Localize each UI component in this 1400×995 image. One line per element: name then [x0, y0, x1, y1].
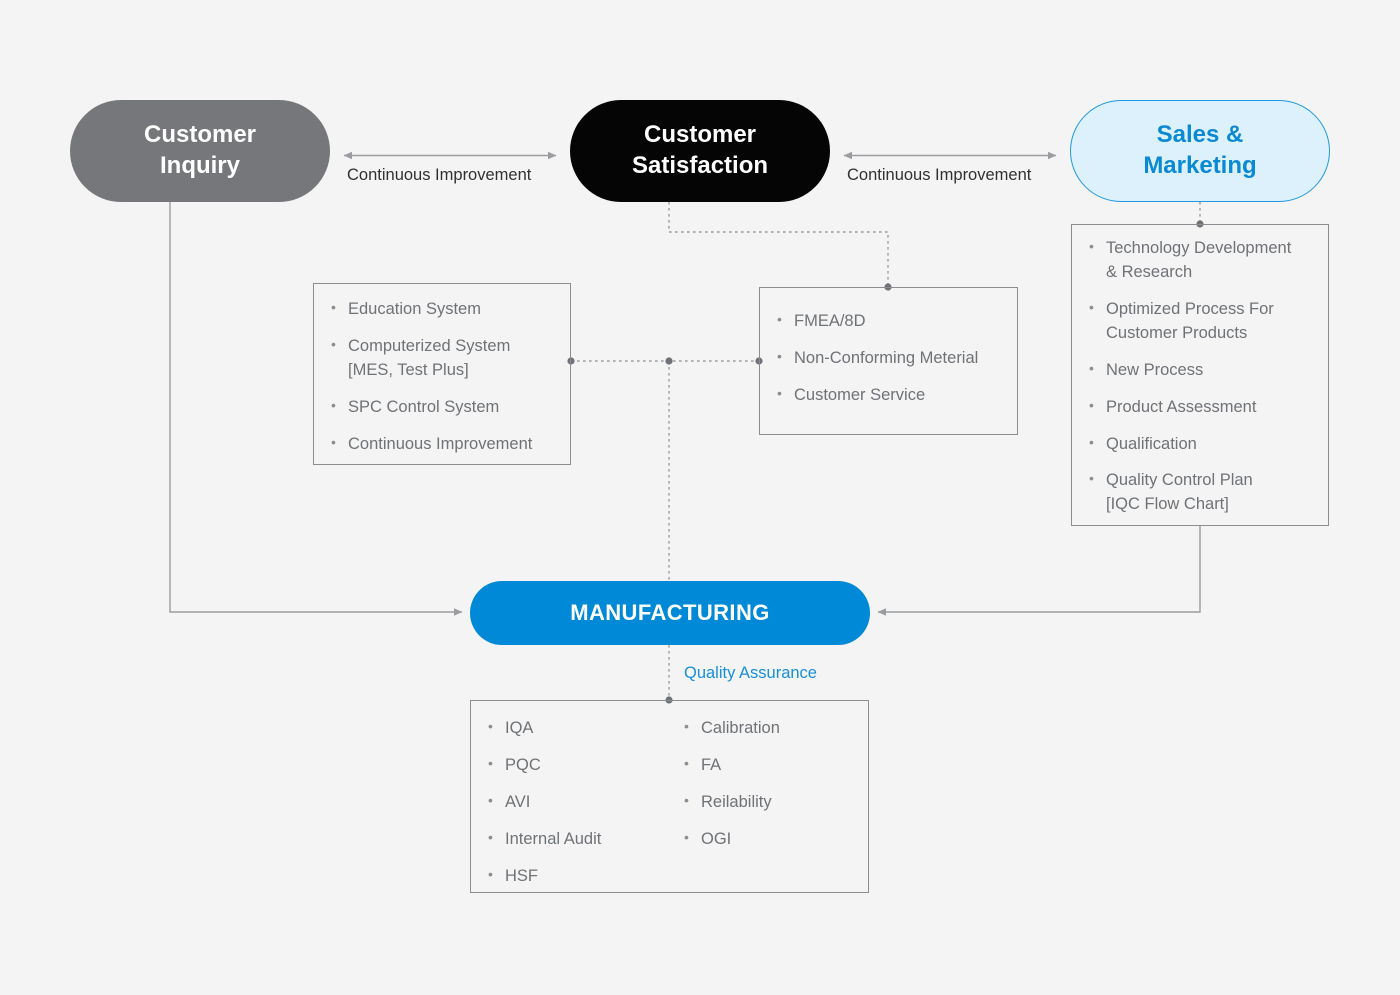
node-customer-satisfaction[interactable]: Customer Satisfaction [570, 100, 830, 202]
edge-junction-dot [665, 357, 673, 365]
edge-label-continuous-improvement-right: Continuous Improvement [847, 166, 1032, 184]
list-item: Quality Control Plan [IQC Flow Chart] [1088, 468, 1312, 517]
node-manufacturing-label: MANUFACTURING [570, 599, 770, 625]
qa-column-2: Calibration FA Reilability OGI [683, 716, 863, 878]
list-item: Internal Audit [487, 827, 683, 852]
node-sales-marketing-label: Sales & Marketing [1143, 121, 1257, 179]
node-sales-marketing[interactable]: Sales & Marketing [1070, 100, 1330, 202]
node-customer-inquiry[interactable]: Customer Inquiry [70, 100, 330, 202]
list-item: Technology Development & Research [1088, 236, 1312, 285]
box-systems: Education System Computerized System [MES… [313, 283, 571, 465]
systems-list: Education System Computerized System [MES… [330, 297, 554, 457]
list-item: HSF [487, 864, 683, 889]
box-quality-items: FMEA/8D Non-Conforming Meterial Customer S… [759, 287, 1018, 435]
list-item: IQA [487, 716, 683, 741]
edge-label-continuous-improvement-left: Continuous Improvement [347, 166, 532, 184]
qa-list-column-1: IQA PQC AVI Internal Audit HSF [487, 716, 683, 889]
list-item: PQC [487, 753, 683, 778]
diagram-canvas: Customer Inquiry Customer Satisfaction S… [0, 0, 1400, 995]
list-item: Qualification [1088, 432, 1312, 457]
qa-column-1: IQAPQCAVIInternal AuditHSF [487, 716, 683, 885]
list-item: SPC Control System [330, 395, 554, 420]
edge-satisfaction-to-quality-box [668, 202, 889, 287]
qa-list-column-2: Calibration FA Reilability OGI [683, 716, 863, 852]
list-item: Non-Conforming Meterial [776, 346, 1001, 371]
list-item: Product Assessment [1088, 395, 1312, 420]
edge-sales-details-to-manufacturing [877, 526, 1201, 616]
list-item: FA [683, 753, 863, 778]
box-sales-details: Technology Development & Research Optimiz… [1071, 224, 1329, 526]
list-item: Reilability [683, 790, 863, 815]
edge-label-quality-assurance: Quality Assurance [684, 664, 817, 682]
list-item: FMEA/8D [776, 309, 1001, 334]
list-item: Education System [330, 297, 554, 322]
list-item: Calibration [683, 716, 863, 741]
quality-list: FMEA/8D Non-Conforming Meterial Customer S… [776, 309, 1001, 408]
list-item: Computerized System [MES, Test Plus] [330, 334, 554, 383]
list-item: OGI [683, 827, 863, 852]
list-item: Continuous Improvement [330, 432, 554, 457]
list-item: Optimized Process For Customer Products [1088, 297, 1312, 346]
node-manufacturing[interactable]: MANUFACTURING [470, 581, 870, 645]
list-item: AVI [487, 790, 683, 815]
node-customer-inquiry-label: Customer Inquiry [143, 121, 257, 179]
box-quality-assurance: IQA PQC AVI Internal Audit HSF Calibration FA… [470, 700, 869, 893]
node-customer-satisfaction-label: Customer Satisfaction [631, 121, 769, 179]
list-item: New Process [1088, 358, 1312, 383]
list-item: Customer Service [776, 383, 1001, 408]
sales-details-list: Technology Development & Research Optimiz… [1088, 236, 1312, 517]
